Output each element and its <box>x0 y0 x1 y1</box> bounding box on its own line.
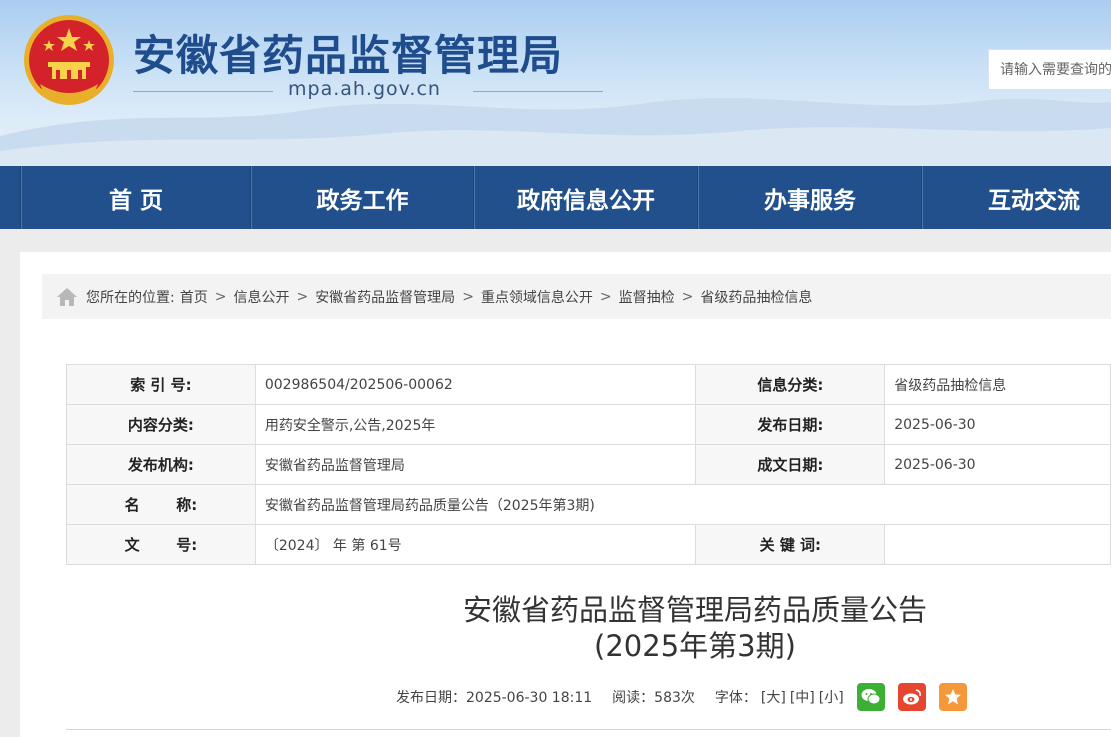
table-row: 内容分类: 用药安全警示,公告,2025年 发布日期: 2025-06-30 <box>66 404 1111 445</box>
article-title-line2: (2025年第3期) <box>594 629 796 663</box>
info-table: 索 引 号: 002986504/202506-00062 信息分类: 省级药品… <box>66 364 1111 565</box>
created-date-value: 2025-06-30 <box>884 444 1111 485</box>
org-value: 安徽省药品监督管理局 <box>254 444 697 485</box>
breadcrumb-provincial-inspection[interactable]: 省级药品抽检信息 <box>700 287 812 307</box>
breadcrumb-key-areas[interactable]: 重点领域信息公开 <box>481 287 593 307</box>
breadcrumb-bureau[interactable]: 安徽省药品监督管理局 <box>315 287 455 307</box>
table-row: 发布机构: 安徽省药品监督管理局 成文日期: 2025-06-30 <box>66 444 1111 485</box>
font-small-button[interactable]: [小] <box>819 687 844 707</box>
created-date-label: 成文日期: <box>695 444 886 485</box>
site-domain-text: mpa.ah.gov.cn <box>288 78 441 100</box>
view-count: 阅读：583次 <box>612 690 695 706</box>
divider <box>66 729 1111 730</box>
favorite-button[interactable] <box>938 683 967 711</box>
category-value: 省级药品抽检信息 <box>884 364 1111 405</box>
keywords-value <box>884 524 1111 565</box>
table-row: 索 引 号: 002986504/202506-00062 信息分类: 省级药品… <box>66 364 1111 405</box>
table-row: 文 号: 〔2024〕 年 第 61号 关 键 词: <box>66 524 1111 565</box>
star-icon <box>944 689 961 705</box>
publish-date-label: 发布日期: <box>695 404 886 445</box>
article-title: 安徽省药品监督管理局药品质量公告 (2025年第3期) <box>370 592 1020 664</box>
national-emblem-icon <box>24 15 114 105</box>
nav-item-government-work[interactable]: 政务工作 <box>252 166 473 229</box>
search-box[interactable] <box>988 49 1111 90</box>
site-header: 安徽省药品监督管理局 mpa.ah.gov.cn <box>0 0 1111 166</box>
table-row: 名 称: 安徽省药品监督管理局药品质量公告（2025年第3期) <box>66 484 1111 525</box>
font-size-label: 字体： <box>714 690 757 706</box>
nav-item-services[interactable]: 办事服务 <box>699 166 921 229</box>
breadcrumb-prefix: 您所在的位置: <box>86 289 175 306</box>
article-title-line1: 安徽省药品监督管理局药品质量公告 <box>462 593 927 627</box>
breadcrumb-supervision[interactable]: 监督抽检 <box>619 287 675 307</box>
breadcrumb-home[interactable]: 首页 <box>180 287 208 307</box>
index-value: 002986504/202506-00062 <box>254 364 697 405</box>
nav-item-info-disclosure[interactable]: 政府信息公开 <box>475 166 697 229</box>
home-icon <box>57 287 77 306</box>
keywords-label: 关 键 词: <box>695 524 886 565</box>
name-label: 名 称: <box>66 484 256 525</box>
wechat-icon <box>861 689 881 705</box>
font-large-button[interactable]: [大] <box>761 687 786 707</box>
nav-item-home[interactable]: 首 页 <box>22 166 250 229</box>
content-value: 用药安全警示,公告,2025年 <box>254 404 697 445</box>
nav-item-interaction[interactable]: 互动交流 <box>923 166 1111 229</box>
publish-date-value: 2025-06-30 <box>884 404 1111 445</box>
wechat-share-button[interactable] <box>856 683 885 711</box>
breadcrumb: 您所在的位置: 首页 > 信息公开 > 安徽省药品监督管理局 > 重点领域信息公… <box>42 274 1111 319</box>
doc-no-value: 〔2024〕 年 第 61号 <box>254 524 697 565</box>
index-label: 索 引 号: <box>66 364 256 405</box>
main-nav: 首 页 政务工作 政府信息公开 办事服务 互动交流 <box>0 166 1111 229</box>
font-medium-button[interactable]: [中] <box>790 687 815 707</box>
content-label: 内容分类: <box>66 404 256 445</box>
publish-time: 发布日期：2025-06-30 18:11 <box>396 690 593 706</box>
name-value: 安徽省药品监督管理局药品质量公告（2025年第3期) <box>254 484 1111 525</box>
search-input[interactable] <box>1000 61 1111 78</box>
article-meta: 发布日期：2025-06-30 18:11 阅读：583次 字体： [大] [中… <box>396 682 967 712</box>
breadcrumb-info-disclosure[interactable]: 信息公开 <box>233 287 289 307</box>
site-domain: mpa.ah.gov.cn <box>133 78 603 104</box>
category-label: 信息分类: <box>695 364 886 405</box>
doc-no-label: 文 号: <box>66 524 256 565</box>
main-content: 您所在的位置: 首页 > 信息公开 > 安徽省药品监督管理局 > 重点领域信息公… <box>20 252 1111 737</box>
weibo-share-button[interactable] <box>897 683 926 711</box>
site-title: 安徽省药品监督管理局 <box>133 31 564 80</box>
weibo-icon <box>902 689 921 705</box>
org-label: 发布机构: <box>66 444 256 485</box>
